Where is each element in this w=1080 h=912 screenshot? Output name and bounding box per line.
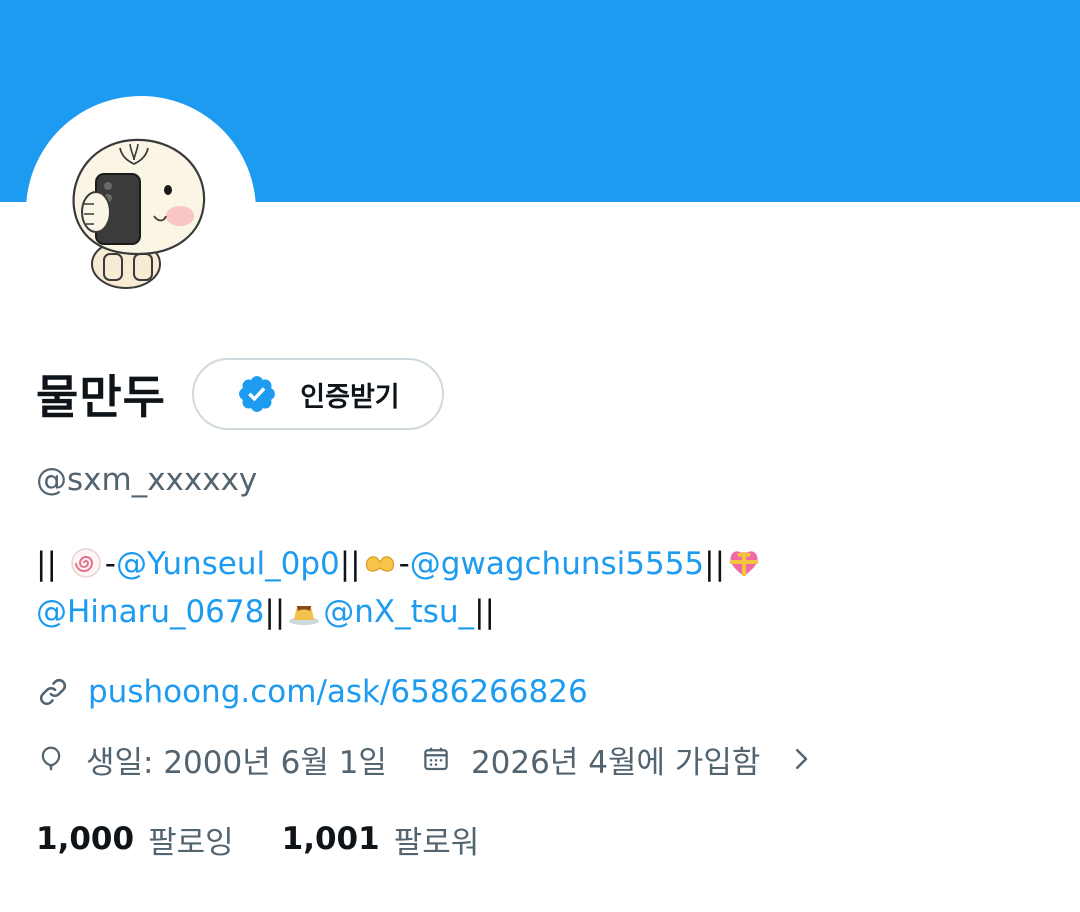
display-name: 물만두 [36, 370, 166, 424]
bio-separator: || [339, 546, 361, 582]
followers-link[interactable]: 1,001 팔로워 [282, 817, 480, 862]
birthday-text: 생일: 2000년 6월 1일 [86, 744, 387, 781]
bio-separator: || [474, 594, 495, 630]
bio-separator: || [704, 546, 726, 582]
get-verified-button[interactable]: 인증받기 [191, 358, 444, 430]
get-verified-label: 인증받기 [300, 381, 400, 413]
verified-badge-icon [239, 376, 276, 412]
profile-bio: || -@Yunseul_0p0|| -@gwagchunsi5555|| @H… [36, 540, 1066, 636]
following-link[interactable]: 1,000 팔로잉 [36, 817, 234, 862]
mention-link[interactable]: @Yunseul_0p0 [116, 546, 340, 582]
profile-meta-row: 생일: 2000년 6월 1일 2026년 4월에 가입함 [36, 735, 816, 783]
link-icon [39, 678, 67, 706]
heart-hands-emoji-icon [365, 556, 394, 572]
profile-page: 물만두 인증받기 @sxm_xxxxxy || -@Yunseul_0p0|| … [0, 0, 1080, 912]
profile-handle: @sxm_xxxxxy [36, 462, 258, 498]
avatar-frame [26, 96, 256, 326]
mention-link[interactable]: @nX_tsu_ [323, 594, 474, 630]
bio-separator: || [264, 594, 286, 630]
following-count: 1,000 [36, 821, 135, 857]
mention-link[interactable]: @Hinaru_0678 [36, 594, 264, 630]
chevron-right-icon[interactable] [786, 744, 816, 774]
profile-link-row: pushoong.com/ask/6586266826 [36, 668, 588, 716]
followers-label: 팔로워 [393, 824, 480, 861]
avatar-illustration [72, 138, 206, 289]
joined-text: 2026년 4월에 가입함 [470, 744, 761, 781]
calendar-icon [424, 747, 448, 771]
mention-link[interactable]: @gwagchunsi5555 [410, 546, 704, 582]
balloon-icon [41, 746, 61, 771]
avatar[interactable] [34, 104, 248, 318]
following-label: 팔로잉 [148, 824, 234, 861]
followers-count: 1,001 [281, 821, 380, 857]
bio-dash: - [398, 546, 410, 582]
heart-with-ribbon-emoji-icon [730, 551, 759, 576]
name-row: 물만두 인증받기 [36, 358, 444, 430]
custard-emoji-icon [289, 606, 320, 625]
bio-dash: - [104, 546, 116, 582]
joined-item[interactable]: 2026년 4월에 가입함 [421, 737, 816, 782]
bio-separator: || [36, 546, 67, 582]
fish-cake-emoji-icon [71, 548, 101, 578]
profile-website-link[interactable]: pushoong.com/ask/6586266826 [88, 674, 588, 710]
birthday-item: 생일: 2000년 6월 1일 [36, 737, 387, 782]
follow-stats-row: 1,000 팔로잉 1,001 팔로워 [36, 815, 479, 863]
